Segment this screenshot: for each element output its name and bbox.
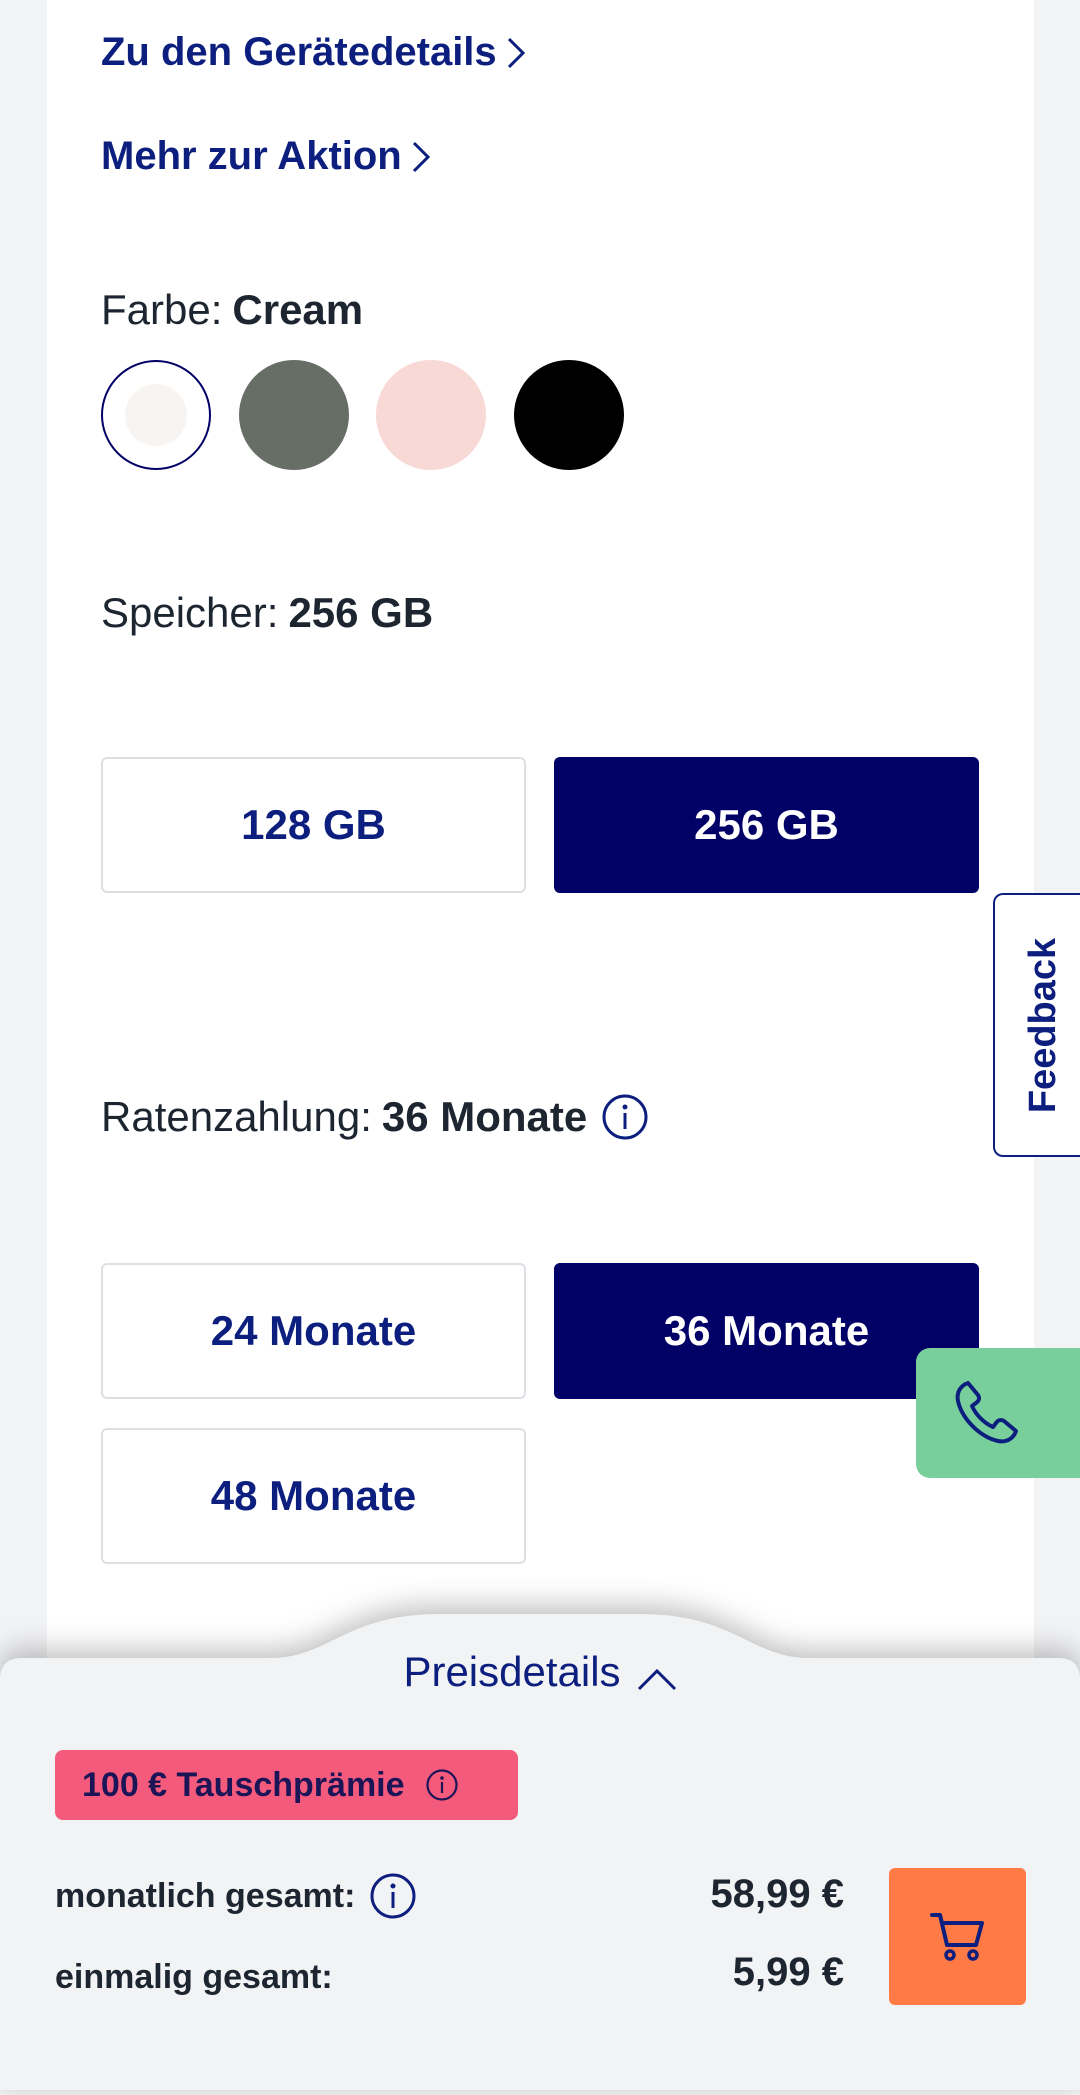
storage-option-256[interactable]: 256 GB — [554, 757, 979, 893]
installments-option-48[interactable]: 48 Monate — [101, 1428, 526, 1564]
color-swatch-pink[interactable] — [376, 360, 486, 470]
color-swatch-cream[interactable] — [101, 360, 211, 470]
device-details-link[interactable]: Zu den Gerätedetails — [101, 30, 527, 75]
monthly-total-value: 58,99 € — [710, 1872, 844, 1916]
trade-in-bonus-badge: 100 € Tauschprämie — [55, 1750, 518, 1820]
info-icon[interactable] — [425, 1768, 459, 1802]
feedback-tab-label: Feedback — [1022, 937, 1065, 1113]
installments-selected-value: 36 Monate — [381, 1093, 588, 1140]
info-icon[interactable] — [601, 1093, 649, 1141]
price-details-toggle[interactable]: Preisdetails — [0, 1642, 1080, 1702]
one-time-total-label: einmalig gesamt: — [55, 1958, 333, 1996]
storage-option-128[interactable]: 128 GB — [101, 757, 526, 893]
installments-option-24-label: 24 Monate — [210, 1307, 417, 1354]
device-details-link-label: Zu den Gerätedetails — [101, 30, 497, 74]
add-to-cart-button[interactable] — [889, 1868, 1026, 2005]
info-icon[interactable] — [369, 1872, 417, 1920]
color-swatch-black[interactable] — [514, 360, 624, 470]
promo-more-link[interactable]: Mehr zur Aktion — [101, 134, 432, 179]
installments-option-24[interactable]: 24 Monate — [101, 1263, 526, 1399]
installments-option-36-label: 36 Monate — [663, 1307, 870, 1354]
color-selected-value: Cream — [232, 286, 364, 333]
installments-label: Ratenzahlung: — [101, 1093, 372, 1140]
chevron-up-icon — [637, 1668, 676, 1691]
installments-option-48-label: 48 Monate — [210, 1472, 417, 1519]
promo-more-link-label: Mehr zur Aktion — [101, 134, 402, 178]
one-time-total-value: 5,99 € — [732, 1950, 844, 1994]
monthly-total-label: monatlich gesamt: — [55, 1876, 356, 1915]
storage-label: Speicher: — [101, 589, 279, 636]
color-label: Farbe: — [101, 286, 223, 333]
feedback-tab[interactable]: Feedback — [993, 893, 1080, 1157]
trade-in-bonus-label: 100 € Tauschprämie — [82, 1765, 405, 1804]
installments-label-row: Ratenzahlung: 36 Monate — [101, 1093, 649, 1141]
storage-label-row: Speicher: 256 GB — [101, 589, 433, 637]
call-button[interactable] — [916, 1348, 1080, 1478]
price-details-toggle-label: Preisdetails — [403, 1648, 621, 1695]
chevron-right-icon — [412, 141, 430, 172]
storage-option-256-label: 256 GB — [694, 801, 839, 848]
monthly-total-label-row: monatlich gesamt: — [55, 1872, 417, 1920]
chevron-right-icon — [507, 37, 525, 68]
storage-option-128-label: 128 GB — [241, 801, 386, 848]
color-swatch-cream-fill — [125, 384, 187, 446]
cart-icon — [929, 1912, 984, 1961]
phone-icon — [955, 1381, 1018, 1444]
one-time-total-label-row: einmalig gesamt: — [55, 1958, 333, 1997]
color-swatch-gray-green[interactable] — [239, 360, 349, 470]
storage-selected-value: 256 GB — [288, 589, 434, 636]
color-label-row: Farbe: Cream — [101, 286, 363, 334]
